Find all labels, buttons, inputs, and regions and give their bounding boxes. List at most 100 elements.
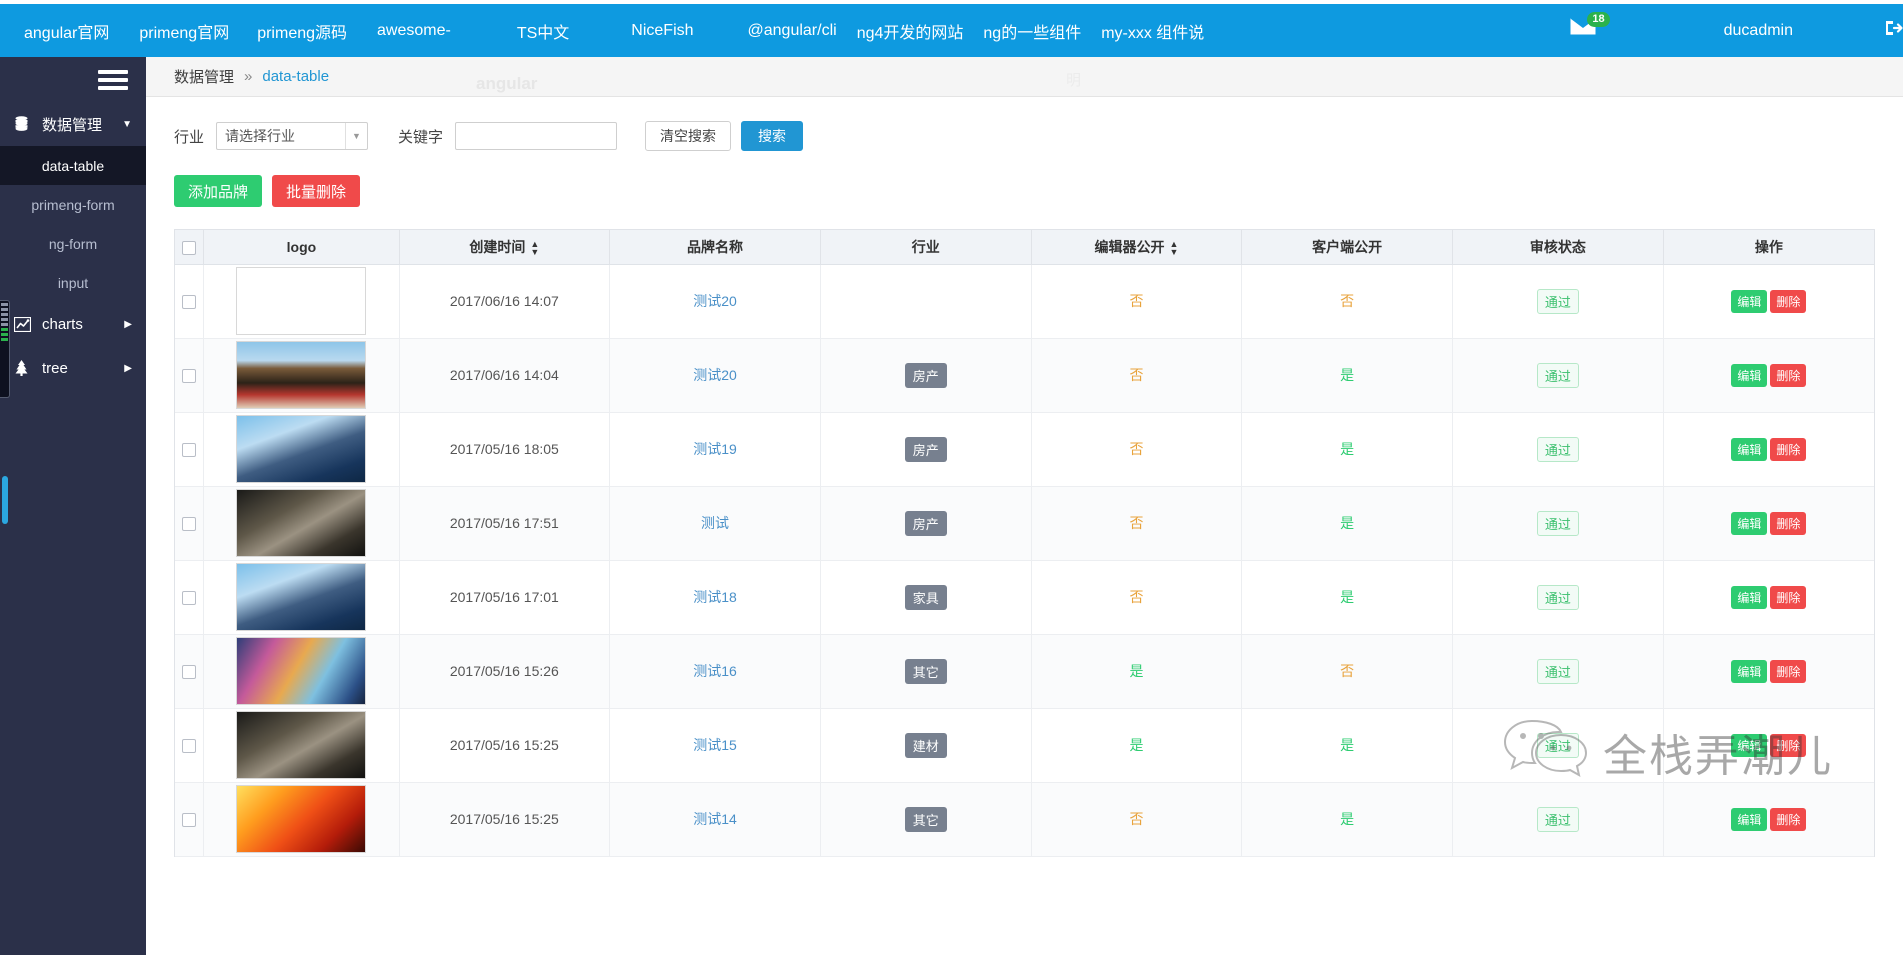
column-header-label: 编辑器公开 <box>1094 238 1165 255</box>
row-checkbox[interactable] <box>182 665 197 680</box>
edit-button[interactable]: 编辑 <box>1731 585 1768 609</box>
top-nav-link[interactable]: angular官网 <box>24 19 109 43</box>
industry-tag: 房产 <box>904 436 947 462</box>
top-nav-link[interactable]: ng的一些组件 <box>983 19 1081 43</box>
top-nav-right: 18 ducadmin <box>1570 11 1903 46</box>
operations-cell: 编辑 删除 <box>1663 486 1874 561</box>
batch-delete-button[interactable]: 批量删除 <box>272 175 361 207</box>
row-checkbox[interactable] <box>182 739 197 754</box>
brand-name-link[interactable]: 测试19 <box>693 441 737 457</box>
sidebar-group-charts[interactable]: charts ▶ <box>0 302 146 346</box>
envelope-icon[interactable]: 18 <box>1570 11 1610 46</box>
column-header-created[interactable]: 创建时间 ▲ ▼ <box>399 230 611 265</box>
industry-cell: 房产 <box>820 412 1032 487</box>
delete-button[interactable]: 删除 <box>1770 437 1807 461</box>
industry-cell: 房产 <box>820 486 1032 561</box>
brand-name-link[interactable]: 测试18 <box>693 589 737 605</box>
client-public-value: 是 <box>1340 811 1355 827</box>
top-nav-link[interactable]: @angular/cli <box>748 22 837 40</box>
row-checkbox[interactable] <box>182 369 197 384</box>
edit-button[interactable]: 编辑 <box>1731 437 1768 461</box>
top-nav-link[interactable]: my-xxx 组件说 <box>1101 19 1204 43</box>
breadcrumb-root[interactable]: 数据管理 <box>174 66 234 87</box>
select-all-checkbox[interactable] <box>182 240 197 255</box>
logout-icon[interactable] <box>1883 18 1903 43</box>
table-row: 2017/05/16 17:01 测试18 家具 否 是 通过 编辑 删除 <box>175 560 1874 635</box>
keyword-label: 关键字 <box>398 128 444 146</box>
delete-button[interactable]: 删除 <box>1770 807 1807 831</box>
editor-public-cell: 否 <box>1031 264 1243 339</box>
edit-button[interactable]: 编辑 <box>1731 807 1768 831</box>
delete-button[interactable]: 删除 <box>1770 363 1807 387</box>
brand-name-cell: 测试14 <box>609 782 821 857</box>
breadcrumb-current[interactable]: data-table <box>262 68 329 85</box>
left-edge-widget[interactable] <box>0 300 10 398</box>
edit-button[interactable]: 编辑 <box>1731 289 1768 313</box>
column-header-editor_public[interactable]: 编辑器公开 ▲ ▼ <box>1031 230 1243 265</box>
top-nav-link[interactable]: primeng官网 <box>139 19 229 43</box>
industry-tag: 其它 <box>904 658 947 684</box>
industry-select[interactable]: 请选择行业 ▼ <box>216 122 369 150</box>
sidebar-group-label: tree <box>42 359 68 377</box>
edit-button[interactable]: 编辑 <box>1731 733 1768 757</box>
brand-name-link[interactable]: 测试20 <box>693 293 737 309</box>
client-public-value: 是 <box>1340 367 1355 383</box>
sidebar-item-primeng-form[interactable]: primeng-form <box>0 185 146 224</box>
row-checkbox[interactable] <box>182 813 197 828</box>
brand-name-link[interactable]: 测试16 <box>693 663 737 679</box>
row-checkbox[interactable] <box>182 295 197 310</box>
brand-name-link[interactable]: 测试20 <box>693 367 737 383</box>
sidebar-item-ng-form[interactable]: ng-form <box>0 224 146 263</box>
username-label[interactable]: ducadmin <box>1724 22 1793 40</box>
sidebar-item-data-table[interactable]: data-table <box>0 146 146 185</box>
keyword-input[interactable] <box>455 122 618 150</box>
left-edge-scroll-handle[interactable] <box>2 476 8 524</box>
edit-button[interactable]: 编辑 <box>1731 511 1768 535</box>
industry-tag: 其它 <box>904 806 947 832</box>
editor-public-cell: 否 <box>1031 782 1243 857</box>
edit-button[interactable]: 编辑 <box>1731 363 1768 387</box>
row-checkbox[interactable] <box>182 591 197 606</box>
chevron-right-icon: ▶ <box>124 318 132 330</box>
operations-cell: 编辑 删除 <box>1663 782 1874 857</box>
industry-cell: 家具 <box>820 560 1032 635</box>
top-nav-link[interactable]: primeng源码 <box>257 19 347 43</box>
brand-name-link[interactable]: 测试14 <box>693 811 737 827</box>
delete-button[interactable]: 删除 <box>1770 659 1807 683</box>
top-navbar: angular官网 primeng官网 primeng源码 awesome- TS中文 N… <box>0 4 1903 57</box>
sidebar-toggle-button[interactable] <box>0 57 146 102</box>
data-table: logo 创建时间 ▲ ▼ 品牌名称 行业 编辑器公开 ▲ ▼ 客户端公开 审核状态 操作 2017/… <box>175 230 1874 857</box>
delete-button[interactable]: 删除 <box>1770 289 1807 313</box>
column-header-label: 行业 <box>911 238 940 255</box>
sort-toggle-icon[interactable]: ▲ ▼ <box>1170 240 1179 257</box>
clear-search-button[interactable]: 清空搜索 <box>645 121 732 151</box>
brand-name-link[interactable]: 测试15 <box>693 737 737 753</box>
brand-name-link[interactable]: 测试 <box>701 515 729 531</box>
add-brand-button[interactable]: 添加品牌 <box>174 175 263 207</box>
top-nav-link[interactable]: awesome- <box>377 22 451 40</box>
row-checkbox[interactable] <box>182 517 197 532</box>
top-nav-link[interactable]: NiceFish <box>631 22 693 40</box>
table-body: 2017/06/16 14:07 测试20 否否通过 编辑 删除 2017/06/16 1… <box>175 264 1874 857</box>
editor-public-cell: 是 <box>1031 708 1243 783</box>
delete-button[interactable]: 删除 <box>1770 511 1807 535</box>
delete-button[interactable]: 删除 <box>1770 585 1807 609</box>
top-nav-link[interactable]: ng4开发的网站 <box>857 19 964 43</box>
table-row: 2017/06/16 14:04 测试20 房产 否 是 通过 编辑 删除 <box>175 338 1874 413</box>
sidebar-item-label: data-table <box>41 157 105 174</box>
sidebar-group-data-management[interactable]: 数据管理 ▼ <box>0 102 146 146</box>
row-checkbox-cell <box>175 338 205 413</box>
edit-button[interactable]: 编辑 <box>1731 659 1768 683</box>
search-button[interactable]: 搜索 <box>741 121 804 151</box>
row-checkbox[interactable] <box>182 443 197 458</box>
logo-cell <box>203 634 400 709</box>
created-time-cell: 2017/05/16 15:26 <box>399 634 611 709</box>
brand-name-cell: 测试 <box>609 486 821 561</box>
top-nav-link[interactable]: TS中文 <box>517 19 569 43</box>
sort-toggle-icon[interactable]: ▲ ▼ <box>530 240 539 257</box>
sidebar-group-tree[interactable]: tree ▶ <box>0 346 146 390</box>
search-toolbar: 行业 请选择行业 ▼ 关键字 清空搜索 搜索 <box>146 97 1903 151</box>
database-icon <box>14 116 36 132</box>
delete-button[interactable]: 删除 <box>1770 733 1807 757</box>
sidebar-item-input[interactable]: input <box>0 263 146 302</box>
